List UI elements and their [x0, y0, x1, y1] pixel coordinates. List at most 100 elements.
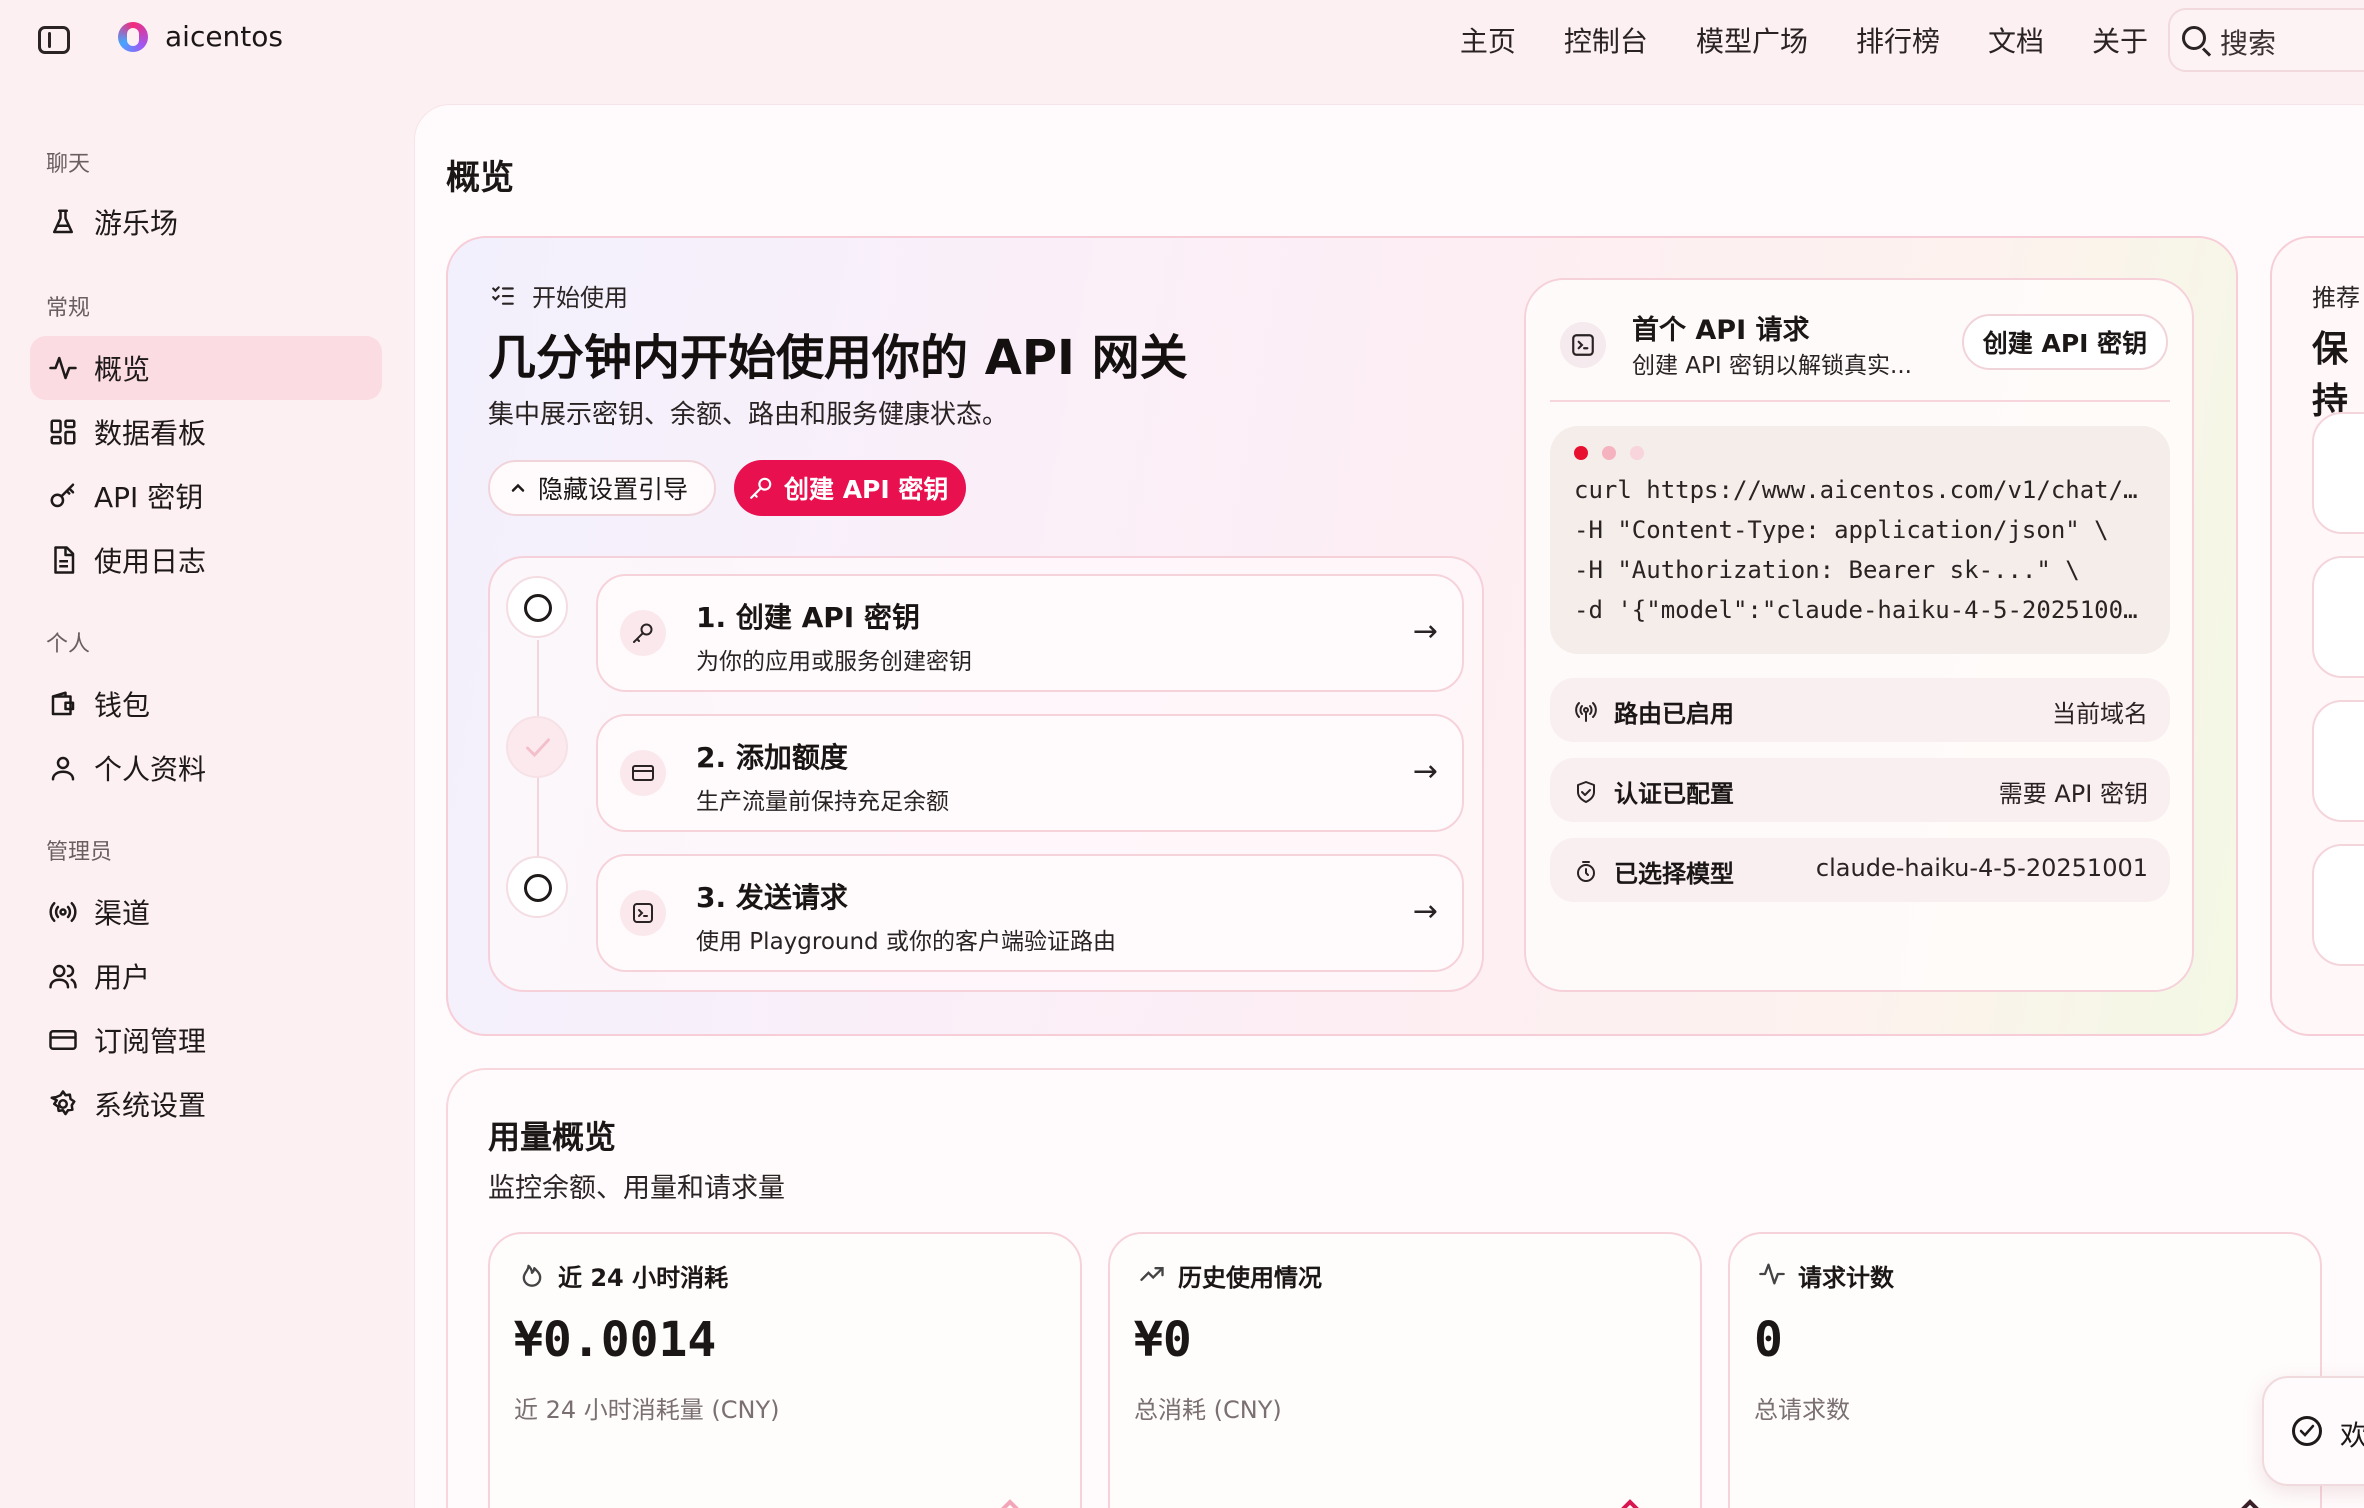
sidebar-item-api-keys[interactable]: API 密钥 [30, 464, 382, 528]
step-create-api-key[interactable]: 1. 创建 API 密钥 为你的应用或服务创建密钥 → [596, 574, 1464, 692]
step-send-request[interactable]: 3. 发送请求 使用 Playground 或你的客户端验证路由 → [596, 854, 1464, 972]
stat-label: 请求计数 [1798, 1264, 1894, 1292]
check-circle-icon [2292, 1416, 2322, 1446]
step-icon-bg [620, 750, 666, 796]
step-description: 为你的应用或服务创建密钥 [696, 649, 972, 675]
recommendation-item[interactable] [2312, 556, 2364, 678]
sidebar-heading-general: 常规 [46, 296, 91, 321]
sidebar-item-playground[interactable]: 游乐场 [30, 190, 382, 254]
step-title: 2. 添加额度 [696, 741, 848, 774]
step-3-status [506, 856, 568, 918]
sidebar-item-channels[interactable]: 渠道 [30, 880, 382, 944]
stat-label: 近 24 小时消耗 [558, 1264, 729, 1292]
check-icon [526, 738, 550, 758]
sidebar-item-label: 订阅管理 [94, 1025, 207, 1058]
stat-value: 0 [1754, 1312, 1783, 1368]
stat-label: 历史使用情况 [1178, 1264, 1322, 1292]
user-icon [51, 756, 75, 781]
broadcast-icon [49, 902, 77, 922]
terminal-icon [1572, 334, 1594, 356]
nav-home[interactable]: 主页 [1460, 20, 1516, 60]
status-label: 路由已启用 [1614, 700, 1734, 728]
stat-description: 近 24 小时消耗量 (CNY) [514, 1396, 780, 1424]
sidebar-item-usage-logs[interactable]: 使用日志 [30, 528, 382, 592]
card-icon [49, 1030, 77, 1050]
recommendation-item[interactable] [2312, 844, 2364, 966]
status-row-auth: 认证已配置 需要 API 密钥 [1550, 758, 2170, 822]
window-dot-light [1630, 446, 1644, 460]
code-snippet[interactable]: curl https://www.aicentos.com/v1/chat/… … [1550, 426, 2170, 654]
step-1-status [506, 576, 568, 638]
flame-icon [522, 1264, 542, 1287]
hide-guide-label: 隐藏设置引导 [538, 475, 689, 504]
sidebar-item-wallet[interactable]: 钱包 [30, 672, 382, 736]
create-api-key-button[interactable]: 创建 API 密钥 [1962, 314, 2168, 370]
window-dot-red [1574, 446, 1588, 460]
welcome-toast[interactable]: 欢 [2262, 1376, 2364, 1486]
sidebar-item-dashboard[interactable]: 数据看板 [30, 400, 382, 464]
activity-icon [49, 356, 77, 380]
code-line: curl https://www.aicentos.com/v1/chat/… [1574, 476, 2138, 504]
nav-model-market[interactable]: 模型广场 [1696, 20, 1808, 60]
create-api-key-button[interactable]: 创建 API 密钥 [734, 460, 966, 516]
trending-up-icon [1140, 1267, 1164, 1281]
sparkline [2241, 1499, 2259, 1508]
step-icon-bg [620, 890, 666, 936]
card-icon [632, 765, 654, 781]
status-label: 已选择模型 [1614, 860, 1734, 888]
recommendation-item[interactable] [2312, 700, 2364, 822]
grid-icon [50, 419, 76, 445]
nav-leaderboard[interactable]: 排行榜 [1856, 20, 1940, 60]
page-title: 概览 [446, 158, 514, 198]
brand-name[interactable]: aicentos [165, 20, 283, 53]
sparkline [1001, 1499, 1019, 1508]
status-row-routing: 路由已启用 当前域名 [1550, 678, 2170, 742]
sidebar-item-users[interactable]: 用户 [30, 944, 382, 1008]
usage-title: 用量概览 [488, 1118, 617, 1156]
stat-description: 总请求数 [1754, 1396, 1850, 1424]
arrow-right-icon: → [1412, 754, 1438, 789]
wallet-icon [51, 691, 75, 716]
sidebar-item-profile[interactable]: 个人资料 [30, 736, 382, 800]
sidebar-heading-admin: 管理员 [46, 840, 113, 865]
create-api-key-label: 创建 API 密钥 [784, 475, 949, 504]
arrow-right-icon: → [1412, 894, 1438, 929]
step-icon-bg [620, 610, 666, 656]
nav-console[interactable]: 控制台 [1564, 20, 1648, 60]
usage-subtitle: 监控余额、用量和请求量 [488, 1173, 785, 1204]
status-value: claude-haiku-4-5-20251001 [1815, 854, 2148, 882]
code-line: -H "Content-Type: application/json" \ [1574, 516, 2109, 544]
sidebar-item-overview[interactable]: 概览 [30, 336, 382, 400]
sidebar-item-subscriptions[interactable]: 订阅管理 [30, 1008, 382, 1072]
search-label: 搜索 [2220, 27, 2277, 60]
nav-about[interactable]: 关于 [2092, 20, 2148, 60]
code-line: -H "Authorization: Bearer sk-..." \ [1574, 556, 2080, 584]
sidebar-item-label: 使用日志 [94, 545, 207, 578]
timer-icon [1577, 861, 1595, 882]
sidebar-item-settings[interactable]: 系统设置 [30, 1072, 382, 1136]
top-nav: 主页 控制台 模型广场 排行榜 文档 关于 [1460, 20, 2148, 60]
hero-title: 几分钟内开始使用你的 API 网关 [488, 330, 1188, 386]
api-card-subtitle: 创建 API 密钥以解锁真实... [1632, 353, 1912, 379]
step-title: 3. 发送请求 [696, 881, 848, 914]
nav-docs[interactable]: 文档 [1988, 20, 2044, 60]
activity-icon [1759, 1263, 1785, 1285]
recommendation-item[interactable] [2312, 412, 2364, 534]
hide-guide-button[interactable]: 隐藏设置引导 [488, 460, 716, 516]
sidebar-toggle-icon[interactable] [38, 26, 70, 54]
sidebar-item-label: 渠道 [94, 897, 151, 930]
status-value: 当前域名 [2052, 700, 2148, 728]
shield-check-icon [1577, 781, 1595, 803]
sidebar-item-label: API 密钥 [94, 481, 204, 514]
sidebar-heading-personal: 个人 [46, 632, 91, 657]
stat-value: ¥0 [1134, 1312, 1192, 1368]
stat-card-history: 历史使用情况 ¥0 总消耗 (CNY) [1108, 1232, 1702, 1508]
first-api-request-card: 首个 API 请求 创建 API 密钥以解锁真实... 创建 API 密钥 cu… [1524, 278, 2194, 992]
step-description: 使用 Playground 或你的客户端验证路由 [696, 929, 1116, 955]
step-add-credit[interactable]: 2. 添加额度 生产流量前保持充足余额 → [596, 714, 1464, 832]
stat-description: 总消耗 (CNY) [1134, 1396, 1282, 1424]
terminal-icon [633, 903, 653, 923]
brand-logo[interactable] [118, 22, 148, 52]
key-icon [750, 477, 772, 499]
document-icon [54, 546, 75, 574]
